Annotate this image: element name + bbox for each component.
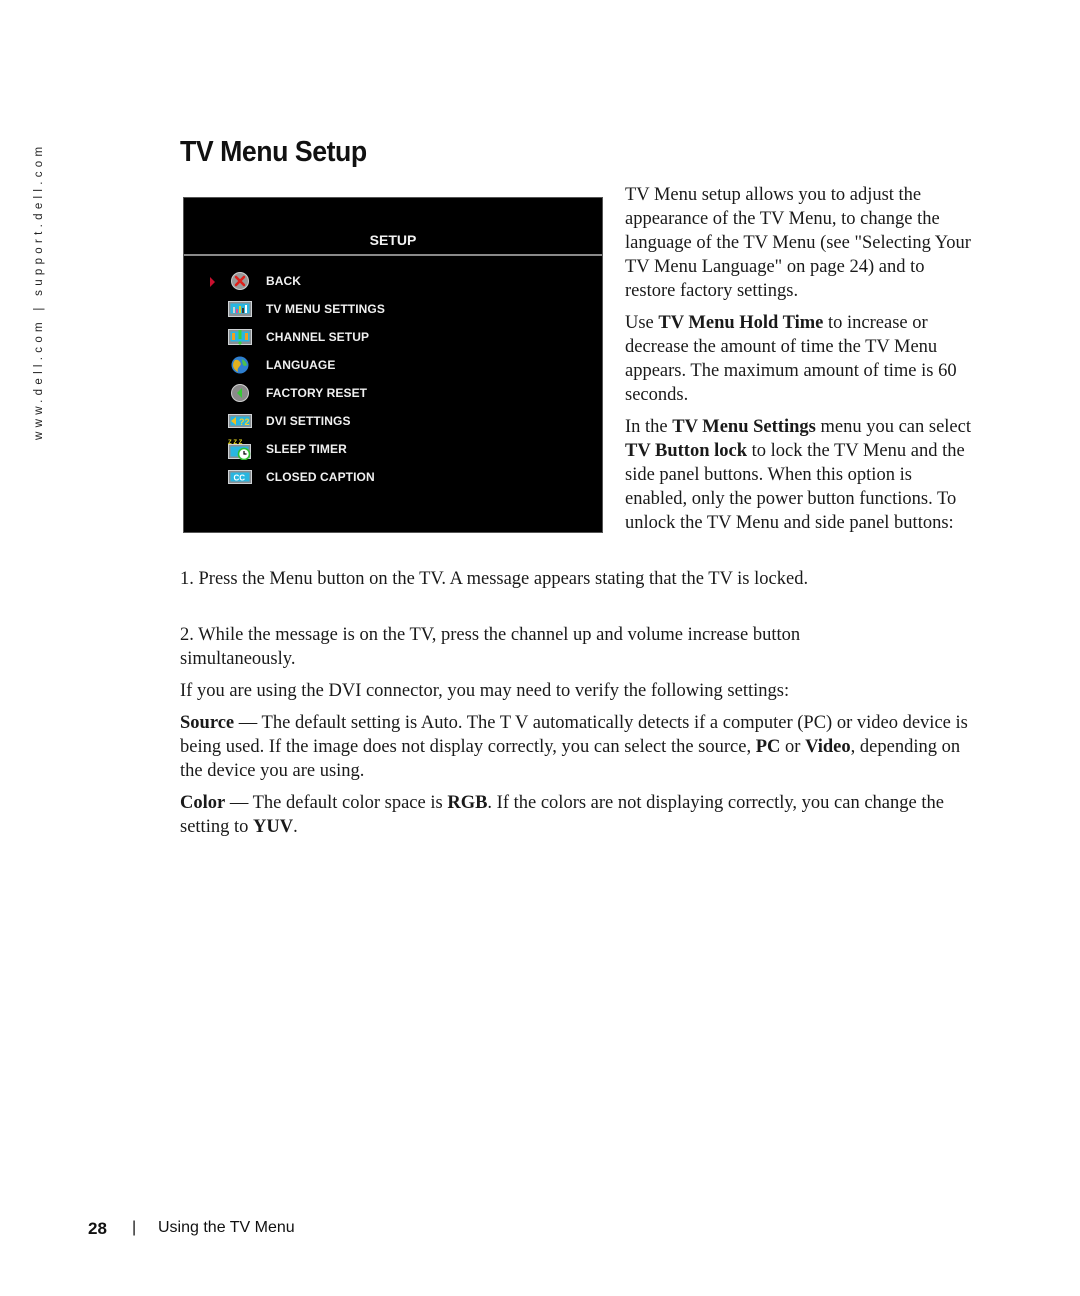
osd-item-factory-reset: FACTORY RESET: [184, 380, 602, 408]
intro-column: TV Menu setup allows you to adjust the a…: [625, 183, 975, 543]
tv-button-lock-term: TV Button lock: [625, 441, 747, 461]
yuv-term: YUV: [252, 817, 294, 837]
osd-divider: [184, 254, 602, 256]
intro-paragraph: TV Menu setup allows you to adjust the a…: [625, 185, 971, 301]
svg-text:Z Z Z: Z Z Z: [228, 440, 243, 446]
hold-time-paragraph: Use TV Menu Hold Time to increase or dec…: [625, 311, 975, 407]
svg-text:CC: CC: [234, 474, 246, 483]
step-1: 1. Press the Menu button on the TV. A me…: [180, 567, 980, 591]
footer-separator: |: [132, 1219, 137, 1236]
osd-item-label: FACTORY RESET: [266, 386, 368, 400]
osd-item-channel-setup: CHANNEL SETUP: [184, 324, 602, 352]
dvi-color-paragraph: Color — The default color space is RGB. …: [180, 791, 970, 839]
osd-item-back: BACK: [184, 268, 602, 296]
osd-item-label: DVI SETTINGS: [266, 414, 351, 428]
osd-item-label: LANGUAGE: [266, 358, 336, 372]
osd-item-tv-menu-settings: TV MENU SETTINGS: [184, 296, 602, 324]
dvi-intro: If you are using the DVI connector, you …: [180, 679, 980, 703]
text-run: .: [293, 817, 298, 837]
tv-menu-settings-icon: [228, 301, 252, 317]
step-2-text: 2. While the message is on the TV, press…: [180, 625, 801, 669]
osd-item-sleep-timer: Z Z Z SLEEP TIMER: [184, 436, 602, 464]
step-1-text: 1. Press the Menu button on the TV. A me…: [180, 569, 809, 589]
sleep-timer-icon: Z Z Z: [228, 440, 251, 460]
osd-item-label: TV MENU SETTINGS: [266, 302, 385, 316]
pc-term: PC: [755, 737, 781, 757]
dvi-source-paragraph: Source — The default setting is Auto. Th…: [180, 711, 975, 783]
page-title: TV Menu Setup: [180, 136, 367, 168]
step-2: 2. While the message is on the TV, press…: [180, 623, 880, 671]
selection-arrow-icon: [210, 277, 215, 287]
text-run: — The default color space is: [225, 793, 448, 813]
source-term: Source: [180, 713, 235, 733]
text-run: In the: [625, 417, 673, 437]
tv-menu-settings-term: TV Menu Settings: [672, 417, 816, 437]
text-run: Use: [625, 313, 659, 333]
osd-item-closed-caption: CC CLOSED CAPTION: [184, 464, 602, 492]
hold-time-term: TV Menu Hold Time: [658, 313, 824, 333]
osd-menu-list: BACK TV MENU SETTINGS CHANNEL SETUP LANG…: [184, 268, 602, 492]
button-lock-paragraph: In the TV Menu Settings menu you can sel…: [625, 415, 975, 535]
closed-caption-icon: CC: [228, 470, 252, 484]
osd-header: SETUP: [369, 232, 417, 248]
globe-icon: [231, 356, 249, 374]
osd-item-label: BACK: [266, 274, 302, 288]
channel-setup-icon: [228, 329, 252, 345]
osd-item-dvi-settings: ?2 DVI SETTINGS: [184, 408, 602, 436]
dvi-settings-icon: ?2: [228, 414, 252, 428]
section-name: Using the TV Menu: [158, 1219, 295, 1236]
back-x-icon: [231, 272, 249, 290]
side-url: www.dell.com | support.dell.com: [33, 142, 45, 440]
osd-item-language: LANGUAGE: [184, 352, 602, 380]
rgb-term: RGB: [447, 793, 488, 813]
text-run: menu you can select: [815, 417, 971, 437]
video-term: Video: [805, 737, 851, 757]
osd-item-label: CHANNEL SETUP: [266, 330, 370, 344]
osd-item-label: CLOSED CAPTION: [266, 470, 375, 484]
tv-setup-menu-screenshot: SETUP BACK TV MENU SETTINGS CHANNEL SETU…: [183, 197, 603, 533]
text-run: or: [780, 737, 806, 757]
osd-item-label: SLEEP TIMER: [266, 442, 347, 456]
color-term: Color: [180, 793, 226, 813]
page-footer: 28 | Using the TV Menu: [88, 1219, 295, 1239]
page-number: 28: [88, 1219, 107, 1238]
factory-reset-icon: [231, 384, 249, 402]
svg-text:?2: ?2: [239, 417, 250, 427]
dvi-intro-text: If you are using the DVI connector, you …: [180, 681, 790, 701]
